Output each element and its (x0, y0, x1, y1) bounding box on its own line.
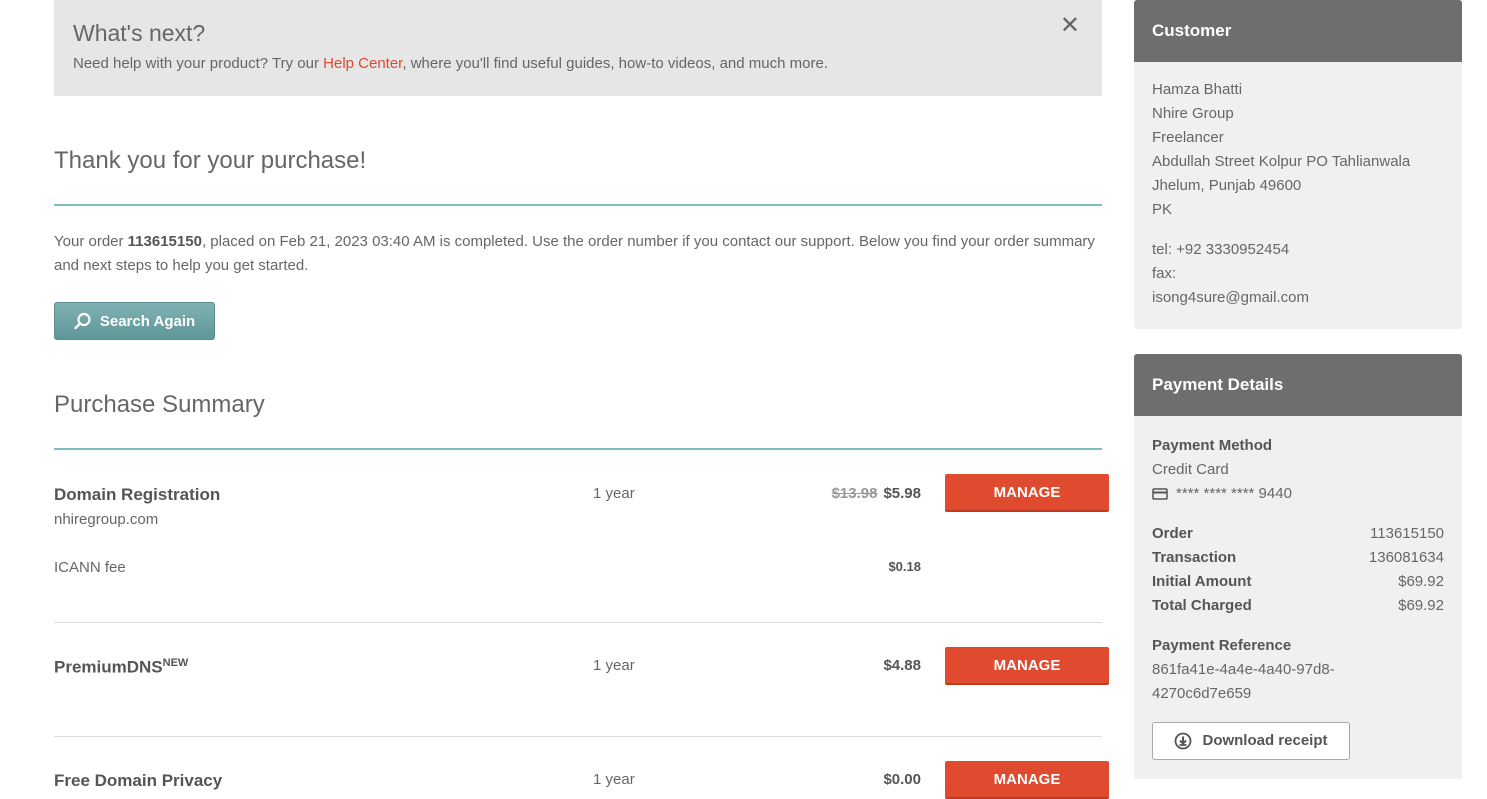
download-receipt-label: Download receipt (1202, 732, 1328, 749)
customer-panel: Customer Hamza Bhatti Nhire Group Freela… (1134, 0, 1462, 329)
search-again-button[interactable]: Search Again (54, 302, 215, 340)
item-term: 1 year (593, 485, 635, 502)
divider (54, 204, 1102, 206)
order-text-prefix: Your order (54, 233, 128, 250)
divider (54, 622, 1102, 623)
total-charged-label: Total Charged (1152, 597, 1252, 614)
item-term: 1 year (593, 657, 635, 674)
item-price: $0.00 (883, 771, 921, 788)
item-domain: nhiregroup.com (54, 511, 159, 528)
customer-details: Hamza Bhatti Nhire Group Freelancer Abdu… (1134, 62, 1462, 328)
customer-email: isong4sure@gmail.com (1152, 289, 1309, 306)
item-name: Domain Registration (54, 485, 221, 504)
order-number: 113615150 (127, 233, 202, 250)
help-center-link[interactable]: Help Center (323, 55, 402, 72)
thank-you-heading: Thank you for your purchase! (54, 147, 367, 174)
payment-reference-line-1: 861fa41e-4a4e-4a40-97d8- (1152, 661, 1335, 678)
customer-name: Hamza Bhatti (1152, 81, 1243, 98)
banner-text: Need help with your product? Try our Hel… (73, 55, 1083, 72)
payment-details: Payment Method Credit Card **** **** ***… (1134, 416, 1462, 778)
payment-panel-title: Payment Details (1134, 354, 1462, 416)
old-price: $13.98 (831, 485, 878, 502)
total-charged-value: $69.92 (1398, 597, 1444, 614)
payment-method: Credit Card (1152, 461, 1229, 478)
banner-text-before: Need help with your product? Try our (73, 55, 324, 72)
divider (54, 448, 1102, 450)
manage-button[interactable]: MANAGE (945, 647, 1109, 685)
transaction-row: Transaction 136081634 (1152, 546, 1444, 570)
manage-button[interactable]: MANAGE (945, 761, 1109, 799)
credit-card-icon (1152, 488, 1168, 500)
banner-text-after: , where you'll find useful guides, how-t… (402, 55, 828, 72)
close-icon[interactable]: ✕ (1060, 14, 1080, 38)
customer-country: PK (1152, 201, 1173, 218)
transaction-label: Transaction (1152, 549, 1237, 566)
download-icon (1175, 732, 1192, 750)
manage-button[interactable]: MANAGE (945, 474, 1109, 512)
download-receipt-button[interactable]: Download receipt (1152, 722, 1350, 760)
divider (54, 736, 1102, 737)
customer-panel-title: Customer (1134, 0, 1462, 62)
transaction-value: 136081634 (1368, 549, 1444, 566)
card-row: **** **** **** 9440 (1152, 482, 1444, 506)
card-number: **** **** **** 9440 (1176, 485, 1292, 502)
total-charged-row: Total Charged $69.92 (1152, 594, 1444, 618)
order-value: 113615150 (1370, 525, 1444, 542)
new-badge: NEW (162, 657, 189, 669)
item-price: $13.98 $5.98 (832, 485, 921, 502)
customer-street: Abdullah Street Kolpur PO Tahlianwala (1152, 153, 1411, 170)
search-icon (74, 312, 91, 330)
payment-reference-label: Payment Reference (1152, 637, 1292, 654)
order-description: Your order 113615150, placed on Feb 21, … (54, 230, 1102, 278)
search-again-label: Search Again (99, 312, 196, 330)
item-price: $4.88 (883, 657, 921, 674)
customer-company: Nhire Group (1152, 105, 1234, 122)
item-term: 1 year (593, 771, 635, 788)
fee-price: $0.18 (888, 559, 921, 574)
item-name: PremiumDNSNEW (54, 657, 188, 678)
customer-tel: tel: +92 3330952454 (1152, 241, 1290, 258)
payment-panel: Payment Details Payment Method Credit Ca… (1134, 354, 1462, 779)
purchase-summary-heading: Purchase Summary (54, 391, 265, 418)
initial-amount-value: $69.92 (1398, 573, 1444, 590)
customer-job: Freelancer (1152, 129, 1224, 146)
customer-fax: fax: (1152, 265, 1177, 282)
order-row: Order 113615150 (1152, 522, 1444, 546)
banner-title: What's next? (73, 20, 206, 46)
item-name: Free Domain Privacy (54, 771, 223, 790)
item-name-text: PremiumDNS (54, 657, 163, 677)
whats-next-banner: What's next? Need help with your product… (54, 0, 1102, 96)
initial-amount-row: Initial Amount $69.92 (1152, 570, 1444, 594)
initial-amount-label: Initial Amount (1152, 573, 1252, 590)
new-price: $5.98 (883, 485, 921, 502)
payment-method-label: Payment Method (1152, 437, 1273, 454)
customer-city: Jhelum, Punjab 49600 (1152, 177, 1302, 194)
payment-reference-line-2: 4270c6d7e659 (1152, 685, 1252, 702)
fee-label: ICANN fee (54, 559, 126, 576)
order-label: Order (1152, 525, 1193, 542)
order-text-suffix: , placed on Feb 21, 2023 03:40 AM is com… (54, 233, 1095, 274)
